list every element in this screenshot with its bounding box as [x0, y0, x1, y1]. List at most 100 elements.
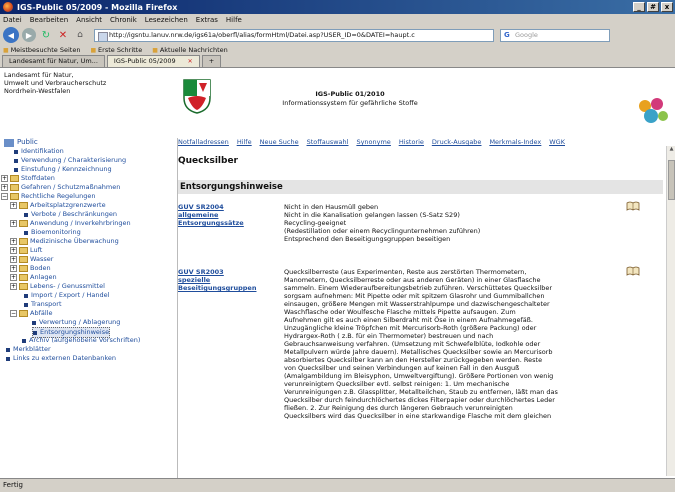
tree-item-anlagen[interactable]: + Anlagen — [10, 273, 57, 282]
bookmark-item[interactable]: Meistbesuchte Seiten — [3, 46, 81, 54]
folder-icon — [10, 184, 19, 191]
expand-icon[interactable]: + — [10, 283, 17, 290]
reload-icon[interactable]: ↻ — [39, 28, 53, 42]
close-button[interactable]: x — [661, 2, 673, 12]
link-synonyme[interactable]: Synonyme — [356, 138, 390, 149]
expand-icon[interactable]: + — [10, 256, 17, 263]
tree-item-merkblaetter[interactable]: Merkblätter — [6, 345, 51, 354]
folder-icon — [19, 220, 28, 227]
scroll-up-icon[interactable]: ▲ — [668, 146, 675, 154]
tree-item-verwertung[interactable]: Verwertung / Ablagerung — [32, 318, 120, 327]
home-icon[interactable]: ⌂ — [73, 28, 87, 42]
bookmark-item[interactable]: Aktuelle Nachrichten — [152, 46, 228, 54]
status-bar: Fertig — [0, 478, 675, 492]
tree-item-public[interactable]: Public — [4, 138, 38, 147]
folder-icon — [10, 175, 19, 182]
section-title: Entsorgungshinweise — [178, 180, 663, 194]
tree-item-archiv[interactable]: Archiv (aufgehobene Vorschriften) — [22, 336, 140, 345]
firefox-icon — [3, 2, 13, 12]
menu-hilfe[interactable]: Hilfe — [226, 16, 242, 24]
tab-bar: Landesamt für Natur, Um... IGS-Public 05… — [0, 55, 675, 68]
bullet-icon — [14, 149, 18, 154]
folder-icon — [19, 238, 28, 245]
bullet-icon — [24, 230, 28, 235]
bullet-icon — [33, 330, 37, 335]
tree-item-rechtliche-regelungen[interactable]: − Rechtliche Regelungen — [1, 192, 95, 201]
expand-icon[interactable]: + — [10, 265, 17, 272]
menu-extras[interactable]: Extras — [196, 16, 218, 24]
tree-item-medizinische[interactable]: + Medizinische Überwachung — [10, 237, 119, 246]
expand-icon[interactable]: + — [1, 184, 8, 191]
tree-item-transport[interactable]: Transport — [24, 300, 62, 309]
source-reference-link[interactable]: GUV SR2004 allgemeine Entsorgungssätze — [178, 203, 244, 227]
minimize-button[interactable]: _ — [633, 2, 645, 12]
tree-item-import-export[interactable]: Import / Export / Handel — [24, 291, 109, 300]
forward-arrow-icon[interactable]: ▶ — [22, 28, 36, 42]
tree-item-links[interactable]: Links zu externen Datenbanken — [6, 354, 116, 363]
folder-icon — [19, 247, 28, 254]
stop-icon[interactable]: ✕ — [56, 28, 70, 42]
expand-icon[interactable]: + — [10, 247, 17, 254]
vertical-scrollbar[interactable]: ▲ — [666, 146, 675, 476]
tree-item-abfaelle[interactable]: − Abfälle — [10, 309, 52, 318]
tree-item-stoffdaten[interactable]: + Stoffdaten — [1, 174, 55, 183]
new-tab-button[interactable]: + — [201, 55, 222, 67]
folder-icon — [19, 265, 28, 272]
tab-landesamt[interactable]: Landesamt für Natur, Um... — [2, 55, 105, 67]
tree-item-gefahren[interactable]: + Gefahren / Schutzmaßnahmen — [1, 183, 120, 192]
tree-item-identifikation[interactable]: Identifikation — [14, 147, 64, 156]
menu-lesezeichen[interactable]: Lesezeichen — [145, 16, 188, 24]
menu-chronik[interactable]: Chronik — [110, 16, 137, 24]
nrw-coat-of-arms-icon — [183, 79, 211, 114]
source-reference-link[interactable]: GUV SR2003 spezielle Beseitigungsgruppen — [178, 268, 256, 292]
tree-item-verbote[interactable]: Verbote / Beschränkungen — [24, 210, 117, 219]
link-notfalladressen[interactable]: Notfalladressen — [178, 138, 229, 149]
expand-icon[interactable]: + — [10, 202, 17, 209]
expand-icon[interactable]: + — [10, 274, 17, 281]
navigation-tree: Public Identifikation Verwendung / Chara… — [0, 138, 178, 478]
link-neue-suche[interactable]: Neue Suche — [260, 138, 299, 149]
window-title: IGS-Public 05/2009 - Mozilla Firefox — [17, 2, 178, 12]
link-hilfe[interactable]: Hilfe — [237, 138, 252, 149]
bullet-icon — [32, 320, 36, 325]
folder-open-icon — [19, 310, 28, 317]
tree-item-lebensmittel[interactable]: + Lebens- / Genussmittel — [10, 282, 105, 291]
tree-item-boden[interactable]: + Boden — [10, 264, 51, 273]
bookmark-item[interactable]: Erste Schritte — [90, 46, 142, 54]
open-book-icon[interactable] — [626, 201, 640, 211]
disposal-text: Nicht in den Hausmüll geben Nicht in die… — [284, 203, 481, 243]
menu-bearbeiten[interactable]: Bearbeiten — [30, 16, 68, 24]
close-tab-icon[interactable]: ✕ — [188, 56, 193, 67]
maximize-button[interactable]: # — [647, 2, 659, 12]
expand-icon[interactable]: + — [10, 238, 17, 245]
menu-datei[interactable]: Datei — [3, 16, 22, 24]
link-stoffauswahl[interactable]: Stoffauswahl — [307, 138, 349, 149]
tree-item-biomonitoring[interactable]: Bioemonitoring — [24, 228, 81, 237]
search-input[interactable]: Google — [500, 28, 610, 42]
tree-item-luft[interactable]: + Luft — [10, 246, 42, 255]
tree-item-wasser[interactable]: + Wasser — [10, 255, 53, 264]
scrollbar-thumb[interactable] — [668, 160, 675, 200]
bookmarks-toolbar: Meistbesuchte Seiten Erste Schritte Aktu… — [0, 44, 675, 55]
link-historie[interactable]: Historie — [399, 138, 424, 149]
tab-label: IGS-Public 05/2009 — [113, 57, 176, 65]
tree-item-einstufung[interactable]: Einstufung / Kennzeichnung — [14, 165, 112, 174]
menu-ansicht[interactable]: Ansicht — [76, 16, 102, 24]
open-book-icon[interactable] — [626, 266, 640, 276]
back-arrow-icon[interactable]: ◀ — [3, 27, 19, 43]
collapse-icon[interactable]: − — [10, 310, 17, 317]
tree-item-anwendung[interactable]: + Anwendung / Inverkehrbringen — [10, 219, 131, 228]
tab-igs-public[interactable]: IGS-Public 05/2009 ✕ — [106, 55, 200, 67]
link-druck-ausgabe[interactable]: Druck-Ausgabe — [432, 138, 482, 149]
link-merkmals-index[interactable]: Merkmals-Index — [489, 138, 541, 149]
link-wgk[interactable]: WGK — [549, 138, 565, 149]
expand-icon[interactable]: + — [10, 220, 17, 227]
bullet-icon — [14, 167, 18, 172]
folder-open-icon — [10, 193, 19, 200]
tree-item-arbeitsplatzgrenzwerte[interactable]: + Arbeitsplatzgrenzwerte — [10, 201, 106, 210]
bullet-icon — [24, 212, 28, 217]
url-input[interactable]: http://igsntu.lanuv.nrw.de/igs61a/oberfl… — [94, 28, 494, 42]
tree-item-verwendung[interactable]: Verwendung / Charakterisierung — [14, 156, 126, 165]
collapse-icon[interactable]: − — [1, 193, 8, 200]
expand-icon[interactable]: + — [1, 175, 8, 182]
